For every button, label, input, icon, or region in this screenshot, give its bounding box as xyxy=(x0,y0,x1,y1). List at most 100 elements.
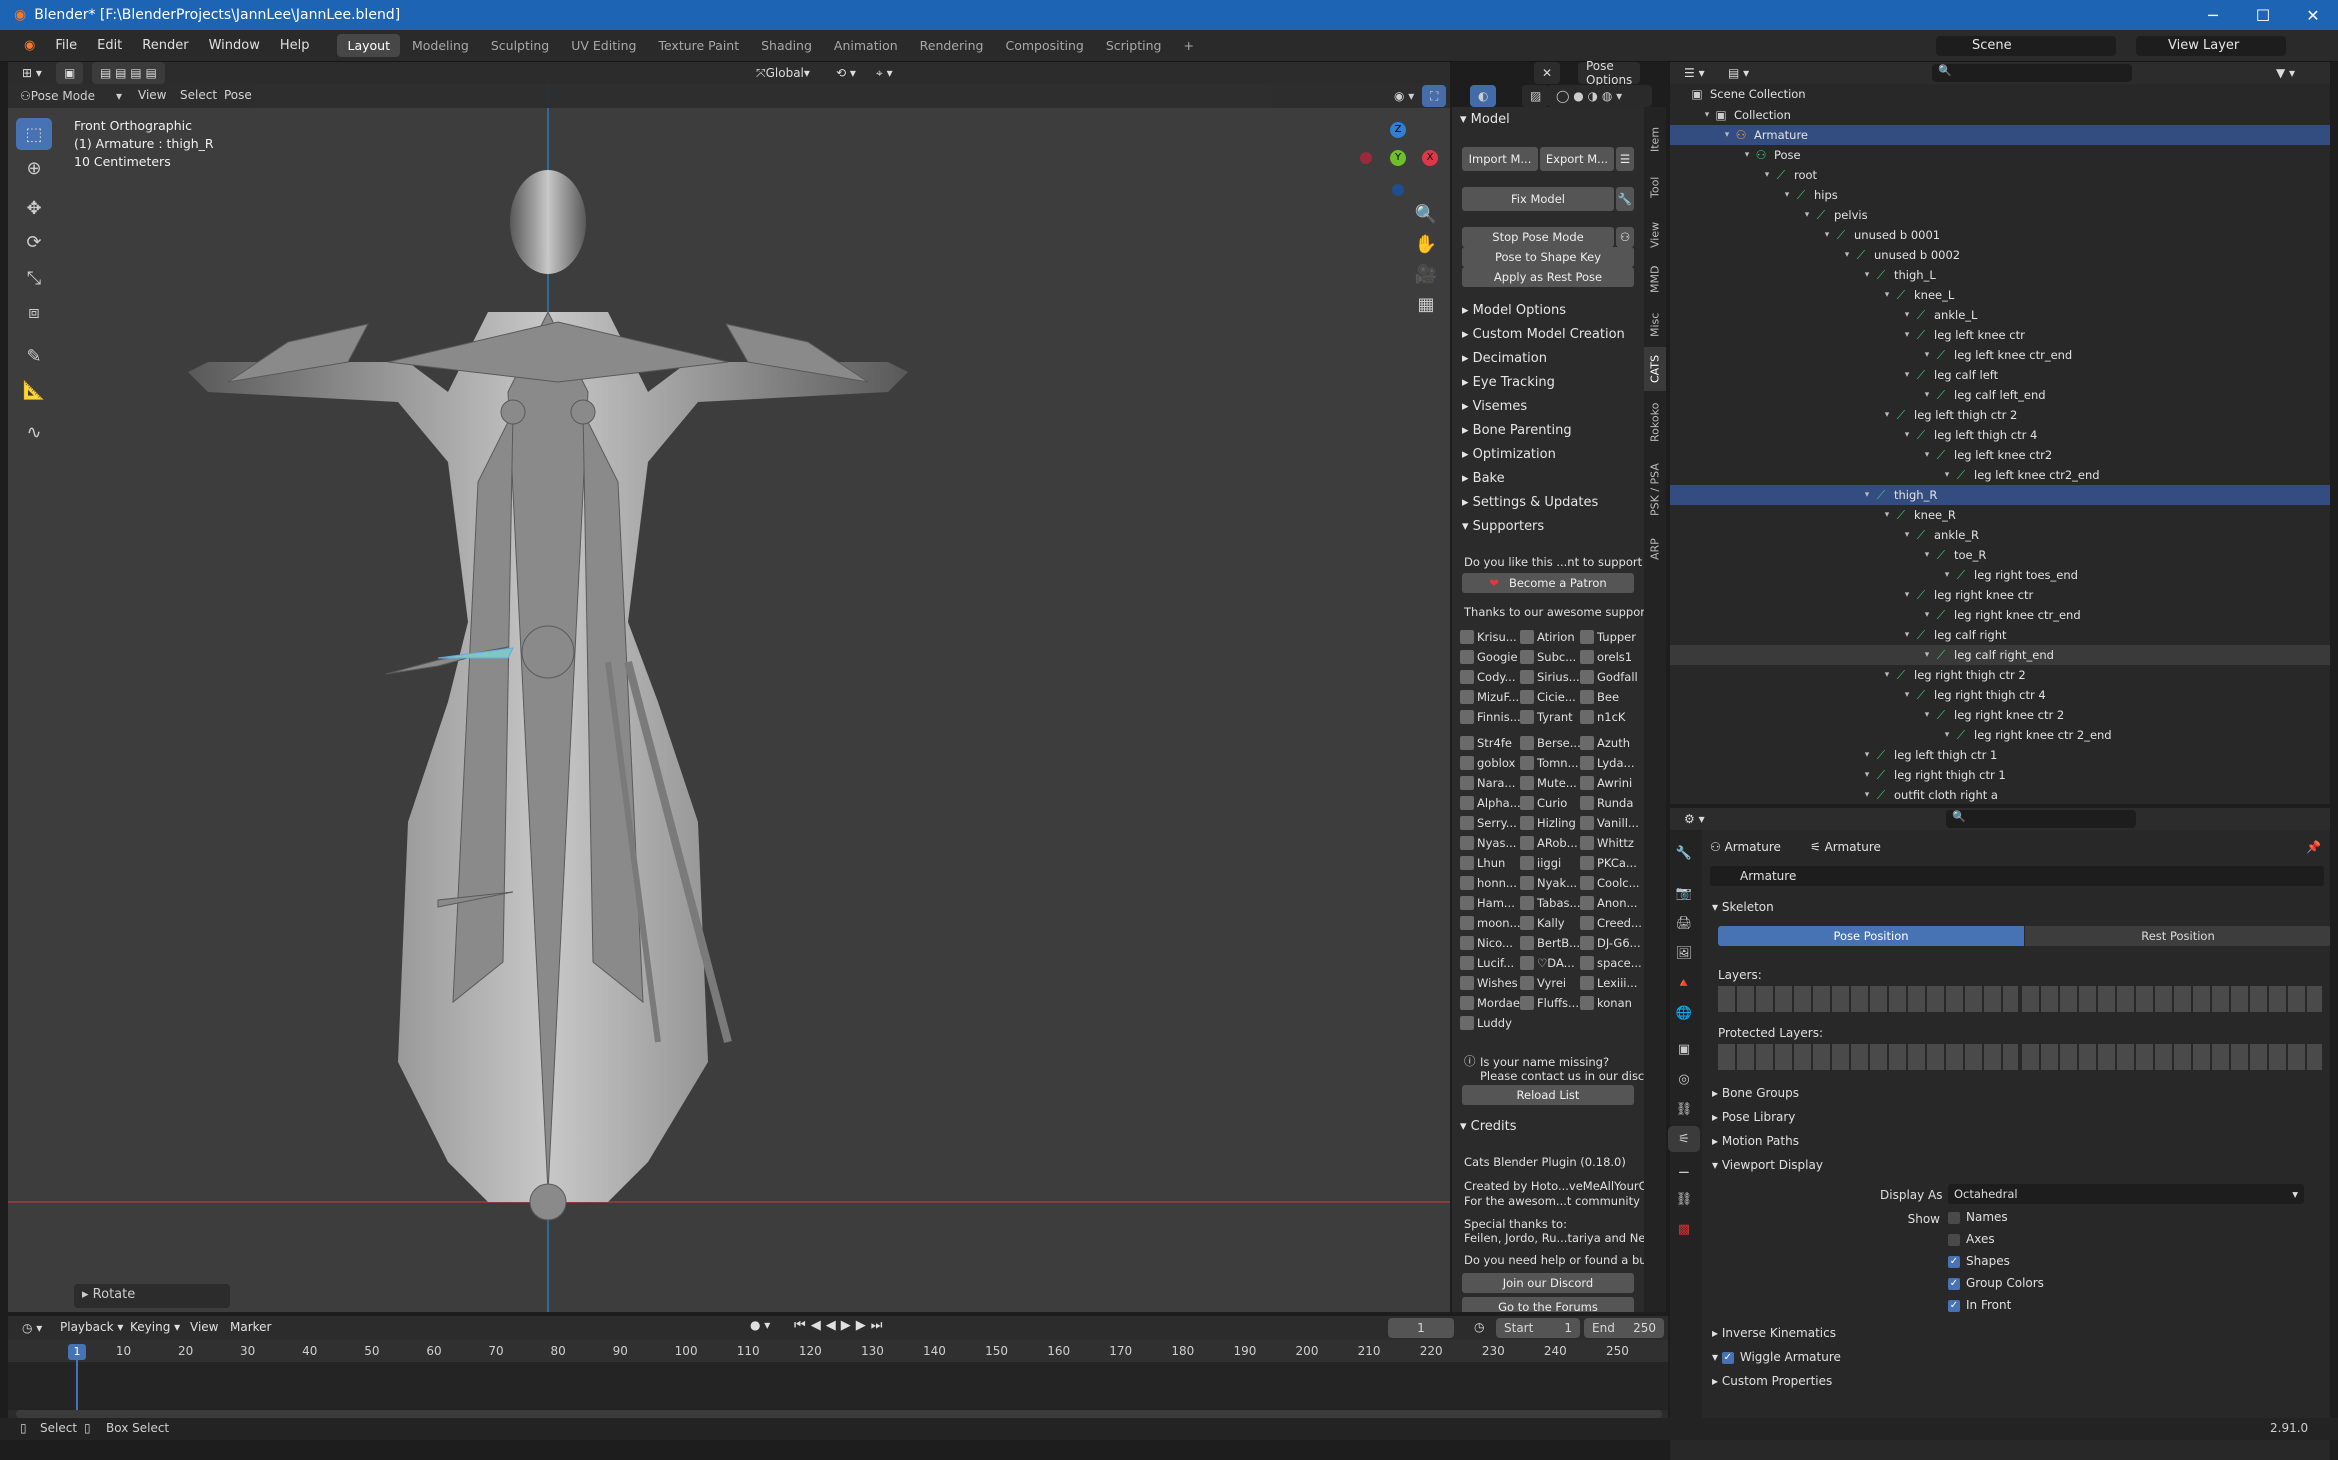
tab-modeling[interactable]: Modeling xyxy=(402,34,479,57)
supporter-item[interactable]: Awrini xyxy=(1580,773,1632,793)
wrench-icon[interactable]: 🔧 xyxy=(1616,187,1634,211)
bone-layers-grid[interactable] xyxy=(1718,986,2018,1012)
outliner-row[interactable]: ▾ ⟋ leg left knee ctr2_end xyxy=(1670,465,2330,485)
expand-arrow-icon[interactable]: ▾ xyxy=(1940,730,1954,740)
editor-type-button[interactable]: ⊞ ▾ xyxy=(14,62,50,84)
tab-compositing[interactable]: Compositing xyxy=(995,34,1093,57)
checkbox[interactable] xyxy=(1948,1211,1960,1224)
expand-arrow-icon[interactable]: ▾ xyxy=(1700,110,1714,120)
supporter-item[interactable]: ARob... xyxy=(1520,833,1578,853)
tool-tab-icon[interactable]: 🔧 xyxy=(1668,840,1700,866)
supporter-item[interactable]: Tupper xyxy=(1580,627,1636,647)
sidebar-tab-psk-psa[interactable]: PSK / PSA xyxy=(1644,455,1666,525)
end-frame-field[interactable]: End 250 xyxy=(1584,1318,1664,1338)
output-tab-icon[interactable]: 🖨 xyxy=(1668,910,1700,936)
supporter-item[interactable]: Atirion xyxy=(1520,627,1575,647)
measure-tool-icon[interactable]: 📐 xyxy=(16,374,52,406)
supporter-item[interactable]: Runda xyxy=(1580,793,1633,813)
expand-arrow-icon[interactable]: ▾ xyxy=(1880,510,1894,520)
outliner-row[interactable]: ▾ ⟋ thigh_L xyxy=(1670,265,2330,285)
expand-arrow-icon[interactable]: ▾ xyxy=(1920,450,1934,460)
section-decimation[interactable]: ▸ Decimation xyxy=(1462,351,1547,366)
expand-arrow-icon[interactable]: ▾ xyxy=(1860,790,1874,800)
outliner-row[interactable]: ▾ ⟋ leg right knee ctr 2 xyxy=(1670,705,2330,725)
show-option[interactable]: ✓ Shapes xyxy=(1948,1254,2010,1268)
section-optimization[interactable]: ▸ Optimization xyxy=(1462,447,1556,462)
viewport-menu-select[interactable]: Select xyxy=(180,88,217,102)
supporter-item[interactable]: goblox xyxy=(1460,753,1515,773)
outliner-scene-collection[interactable]: ▣ Scene Collection xyxy=(1670,84,2330,104)
expand-arrow-icon[interactable]: ▾ xyxy=(1800,210,1814,220)
timeline-menu-keying[interactable]: Keying ▾ xyxy=(130,1320,180,1334)
expand-arrow-icon[interactable]: ▾ xyxy=(1920,610,1934,620)
3d-viewport[interactable] xyxy=(8,62,1450,1312)
playback-controls[interactable]: ⏮◀◀▶▶⏭ xyxy=(794,1318,887,1333)
world-tab-icon[interactable]: 🌐 xyxy=(1668,1000,1700,1026)
outliner-row[interactable]: ▾ ⟋ leg left thigh ctr 2 xyxy=(1670,405,2330,425)
timeline-track-area[interactable] xyxy=(8,1362,1668,1410)
custom-properties-panel[interactable]: ▸ Custom Properties xyxy=(1712,1374,1832,1388)
supporter-item[interactable]: Sirius... xyxy=(1520,667,1580,687)
ortho-grid-icon[interactable]: ▦ xyxy=(1408,288,1444,320)
pose-position-button[interactable]: Pose Position xyxy=(1718,926,2024,946)
outliner-row[interactable]: ▾ ⚇ Armature xyxy=(1670,125,2330,145)
supporter-item[interactable]: Vyrei xyxy=(1520,973,1566,993)
expand-arrow-icon[interactable]: ▾ xyxy=(1820,230,1834,240)
supporter-item[interactable]: Lyda... xyxy=(1580,753,1634,773)
expand-arrow-icon[interactable]: ▾ xyxy=(1860,270,1874,280)
gizmo-y-axis[interactable]: Y xyxy=(1390,150,1406,166)
supporter-item[interactable]: Curio xyxy=(1520,793,1567,813)
expand-arrow-icon[interactable]: ▾ xyxy=(1860,750,1874,760)
outliner-row[interactable]: ▾ ⟋ hips xyxy=(1670,185,2330,205)
snap-button[interactable]: ⌖ ▾ xyxy=(868,62,901,84)
texture-tab-icon[interactable]: ▩ xyxy=(1668,1216,1700,1242)
outliner-row[interactable]: ▾ ⟋ leg left thigh ctr 4 xyxy=(1670,425,2330,445)
section-bake[interactable]: ▸ Bake xyxy=(1462,471,1505,486)
supporter-item[interactable]: n1cK xyxy=(1580,707,1625,727)
minimize-button[interactable]: ─ xyxy=(2188,0,2238,30)
supporter-item[interactable]: BertB... xyxy=(1520,933,1580,953)
outliner-row[interactable]: ▾ ⟋ leg right knee ctr_end xyxy=(1670,605,2330,625)
select-box-tool[interactable]: ⬚ xyxy=(16,118,52,150)
outliner-row[interactable]: ▾ ⟋ thigh_R xyxy=(1670,485,2330,505)
last-operator-panel[interactable]: ▸ Rotate xyxy=(74,1284,230,1308)
outliner-row[interactable]: ▾ ⟋ outfit cloth right a xyxy=(1670,785,2330,804)
outliner-row[interactable]: ▾ ⟋ toe_R xyxy=(1670,545,2330,565)
blender-menu-icon[interactable]: ◉ xyxy=(14,38,45,53)
expand-arrow-icon[interactable]: ▾ xyxy=(1900,590,1914,600)
pose-library-panel[interactable]: ▸ Pose Library xyxy=(1712,1110,1795,1124)
expand-arrow-icon[interactable]: ▾ xyxy=(1920,390,1934,400)
timeline-menu-playback[interactable]: Playback ▾ xyxy=(60,1320,123,1334)
supporter-item[interactable]: Lucif... xyxy=(1460,953,1514,973)
scene-tab-icon[interactable]: 🔺 xyxy=(1668,970,1700,996)
expand-arrow-icon[interactable]: ▾ xyxy=(1900,530,1914,540)
scene-selector[interactable] xyxy=(1936,36,2116,56)
view-object-types[interactable]: ◉ ▾ xyxy=(1386,85,1423,107)
filter-icon[interactable]: ▼ ▾ xyxy=(2268,62,2304,84)
go-to-forums-button[interactable]: Go to the Forums xyxy=(1462,1297,1634,1312)
supporter-item[interactable]: Whittz xyxy=(1580,833,1634,853)
cursor-tool-icon[interactable]: ⊕ xyxy=(16,152,52,184)
current-frame-field[interactable]: 1 xyxy=(1388,1318,1454,1338)
section-visemes[interactable]: ▸ Visemes xyxy=(1462,399,1527,414)
annotate-tool-icon[interactable]: ✎ xyxy=(16,340,52,372)
tab-uv-editing[interactable]: UV Editing xyxy=(561,34,646,57)
supporter-item[interactable]: DJ-G6... xyxy=(1580,933,1641,953)
supporter-item[interactable]: Hizling xyxy=(1520,813,1576,833)
expand-arrow-icon[interactable]: ▾ xyxy=(1880,290,1894,300)
expand-arrow-icon[interactable]: ▾ xyxy=(1920,350,1934,360)
outliner-row[interactable]: ▾ ⟋ leg left knee ctr xyxy=(1670,325,2330,345)
transform-tool-icon[interactable]: ⧈ xyxy=(16,296,52,328)
pin-icon[interactable]: 📌 xyxy=(2306,840,2321,854)
expand-arrow-icon[interactable]: ▾ xyxy=(1900,370,1914,380)
supporter-item[interactable]: Creed... xyxy=(1580,913,1642,933)
supporter-item[interactable]: Anon... xyxy=(1580,893,1637,913)
supporter-item[interactable]: Ham... xyxy=(1460,893,1515,913)
shading-modes[interactable]: ◯ ● ◑ ◍ ▾ xyxy=(1548,85,1652,107)
outliner-row[interactable]: ▾ ⟋ leg calf left_end xyxy=(1670,385,2330,405)
bone-tab-icon[interactable]: ⚊ xyxy=(1668,1156,1700,1182)
armature-data-tab-icon[interactable]: ⚟ xyxy=(1668,1126,1700,1152)
outliner-row[interactable]: ▾ ⟋ leg calf left xyxy=(1670,365,2330,385)
bone-layers-grid-2[interactable] xyxy=(2022,986,2322,1012)
outliner-search-input[interactable]: 🔍 xyxy=(1932,64,2132,82)
